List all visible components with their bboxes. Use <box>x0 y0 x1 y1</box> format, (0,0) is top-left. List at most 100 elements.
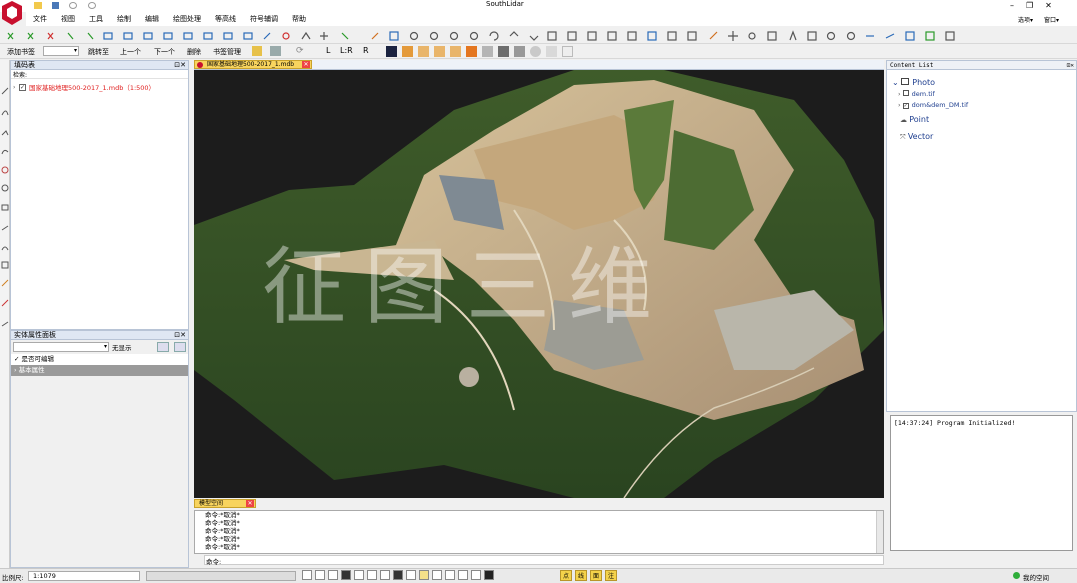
scale-select[interactable]: 1:1079 <box>28 571 140 581</box>
menu-tools[interactable]: 工具 <box>89 14 103 24</box>
redo-icon[interactable] <box>87 1 96 9</box>
window-menu[interactable]: 窗口▾ <box>1044 15 1059 24</box>
editable-label: 是否可编辑 <box>21 355 55 363</box>
snap-edit-icon[interactable] <box>458 570 468 580</box>
snap-ortho-icon[interactable] <box>315 570 325 580</box>
ball-icon[interactable] <box>466 46 477 57</box>
add-bookmark-button[interactable]: 添加书签 <box>7 47 35 57</box>
app-logo[interactable] <box>1 0 23 28</box>
command-input[interactable]: 命令: <box>204 555 884 566</box>
snap-curve-icon[interactable] <box>471 570 481 580</box>
mode-note-button[interactable]: 注 <box>605 570 618 581</box>
snap-weight-icon[interactable] <box>406 570 416 580</box>
command-scrollbar[interactable] <box>876 511 883 553</box>
layer-tree-item[interactable]: › ✓ 国家基础地理500-2017_1.mdb（1:500） <box>11 79 188 92</box>
collapse-icon[interactable]: ⌄ <box>892 78 901 87</box>
next-bookmark-button[interactable]: 下一个 <box>154 47 175 57</box>
document-tab[interactable]: 国家基础地理500-2017_1.mdb ✕ <box>194 60 312 69</box>
vertical-tool-icons[interactable] <box>0 60 10 340</box>
3d-viewport[interactable]: 征图三维 <box>194 70 884 498</box>
snap-text-icon[interactable] <box>419 570 429 580</box>
display-mode-label[interactable]: 无显示 <box>112 342 132 352</box>
command-line-2: 命令:*取消* <box>205 519 240 527</box>
close-icon[interactable]: ✕ <box>1045 1 1064 10</box>
goto-bookmark-button[interactable]: 跳转至 <box>88 47 109 57</box>
layer-search-label[interactable]: 检索: <box>11 70 188 79</box>
restore-icon[interactable]: ❐ <box>1026 1 1045 10</box>
tree-vector[interactable]: ⤧ Vector <box>892 132 1076 144</box>
tree-point[interactable]: ☁ Point <box>892 115 1076 132</box>
dom-label: dom&dem_DM.tif <box>911 101 969 109</box>
render-dark-icon[interactable] <box>386 46 397 57</box>
snap-track-icon[interactable] <box>354 570 364 580</box>
options-menu[interactable]: 选项▾ <box>1018 15 1033 24</box>
command-tab[interactable]: 模型空间 ✕ <box>194 499 256 508</box>
content-tree: ⌄ Photo › dem.tif › ✓ dom&dem_DM.tif ☁ Po… <box>887 70 1076 144</box>
menu-file[interactable]: 文件 <box>33 14 47 24</box>
cube-icon-3[interactable] <box>450 46 461 57</box>
gray-icon[interactable] <box>514 46 525 57</box>
snap-mode-icon[interactable] <box>484 570 494 580</box>
view-lr-button[interactable]: L:R <box>340 46 353 55</box>
menu-symbol[interactable]: 符号辅调 <box>250 14 278 24</box>
tree-photo[interactable]: ⌄ Photo <box>892 78 1076 90</box>
cube-icon-2[interactable] <box>434 46 445 57</box>
panel-pin-icon[interactable]: ⊡✕ <box>174 61 186 70</box>
menu-draw[interactable]: 绘制 <box>117 14 131 24</box>
snap-point-icon[interactable] <box>367 570 377 580</box>
view-right-button[interactable]: R <box>363 46 369 55</box>
snap-object-icon[interactable] <box>341 570 351 580</box>
snap-image-icon[interactable] <box>445 570 455 580</box>
tree-dom[interactable]: › ✓ dom&dem_DM.tif <box>892 101 1076 115</box>
content-list-panel: Content List ⊡✕ ⌄ Photo › dem.tif › ✓ dom&… <box>886 60 1077 412</box>
menu-contour[interactable]: 等高线 <box>215 14 236 24</box>
menu-plot[interactable]: 绘图处理 <box>173 14 201 24</box>
dom-checkbox[interactable]: ✓ <box>902 103 909 109</box>
layer-checkbox[interactable]: ✓ <box>19 83 26 91</box>
panel-close-icon[interactable]: ⊡✕ <box>174 331 186 340</box>
undo-icon[interactable] <box>69 1 78 9</box>
sphere-icon[interactable] <box>530 46 541 57</box>
bookmark-select[interactable]: ▾ <box>43 46 79 56</box>
mode-point-button[interactable]: 点 <box>560 570 573 581</box>
view-left-button[interactable]: L <box>326 46 330 55</box>
prev-bookmark-button[interactable]: 上一个 <box>120 47 141 57</box>
refresh-icon[interactable]: ⟳ <box>296 46 304 56</box>
save-icon[interactable] <box>52 1 60 9</box>
light-icon[interactable] <box>546 46 557 57</box>
entity-select[interactable]: ▾ <box>13 342 109 352</box>
menu-help[interactable]: 帮助 <box>292 14 306 24</box>
prev-entity-icon[interactable] <box>157 342 169 352</box>
command-tab-close-icon[interactable]: ✕ <box>246 500 254 507</box>
menu-edit[interactable]: 编辑 <box>145 14 159 24</box>
plane-icon[interactable] <box>562 46 573 57</box>
basic-attr-row[interactable]: › 基本属性 <box>11 365 188 376</box>
next-entity-icon[interactable] <box>174 342 186 352</box>
window-controls: –❐✕ <box>1010 1 1064 10</box>
snap-line-icon[interactable] <box>380 570 390 580</box>
cube-orange-icon[interactable] <box>402 46 413 57</box>
content-pin-icon[interactable]: ⊡✕ <box>1067 61 1074 70</box>
cube-icon[interactable] <box>418 46 429 57</box>
minimize-icon[interactable]: – <box>1010 1 1026 10</box>
snap-fill-icon[interactable] <box>393 570 403 580</box>
mode-area-button[interactable]: 面 <box>590 570 603 581</box>
tab-close-icon[interactable]: ✕ <box>302 61 310 68</box>
delete-bookmark-button[interactable]: 删除 <box>187 47 201 57</box>
snap-grid-icon[interactable] <box>302 570 312 580</box>
editable-row[interactable]: ✓ 是否可编辑 <box>11 354 188 365</box>
dem-checkbox[interactable] <box>902 90 909 96</box>
snap-polar-icon[interactable] <box>328 570 338 580</box>
toolbar-icons[interactable] <box>0 28 1077 44</box>
folder-icon[interactable] <box>34 1 42 9</box>
eraser-icon[interactable] <box>270 46 281 56</box>
mode-line-button[interactable]: 线 <box>575 570 588 581</box>
manage-bookmark-button[interactable]: 书签管理 <box>213 47 241 57</box>
texture-icon[interactable] <box>482 46 493 57</box>
open-folder-icon[interactable] <box>252 46 262 56</box>
space-label[interactable]: 我的空间 <box>1023 572 1049 582</box>
menu-view[interactable]: 视图 <box>61 14 75 24</box>
tree-dem[interactable]: › dem.tif <box>892 90 1076 101</box>
shade-icon[interactable] <box>498 46 509 57</box>
snap-table-icon[interactable] <box>432 570 442 580</box>
